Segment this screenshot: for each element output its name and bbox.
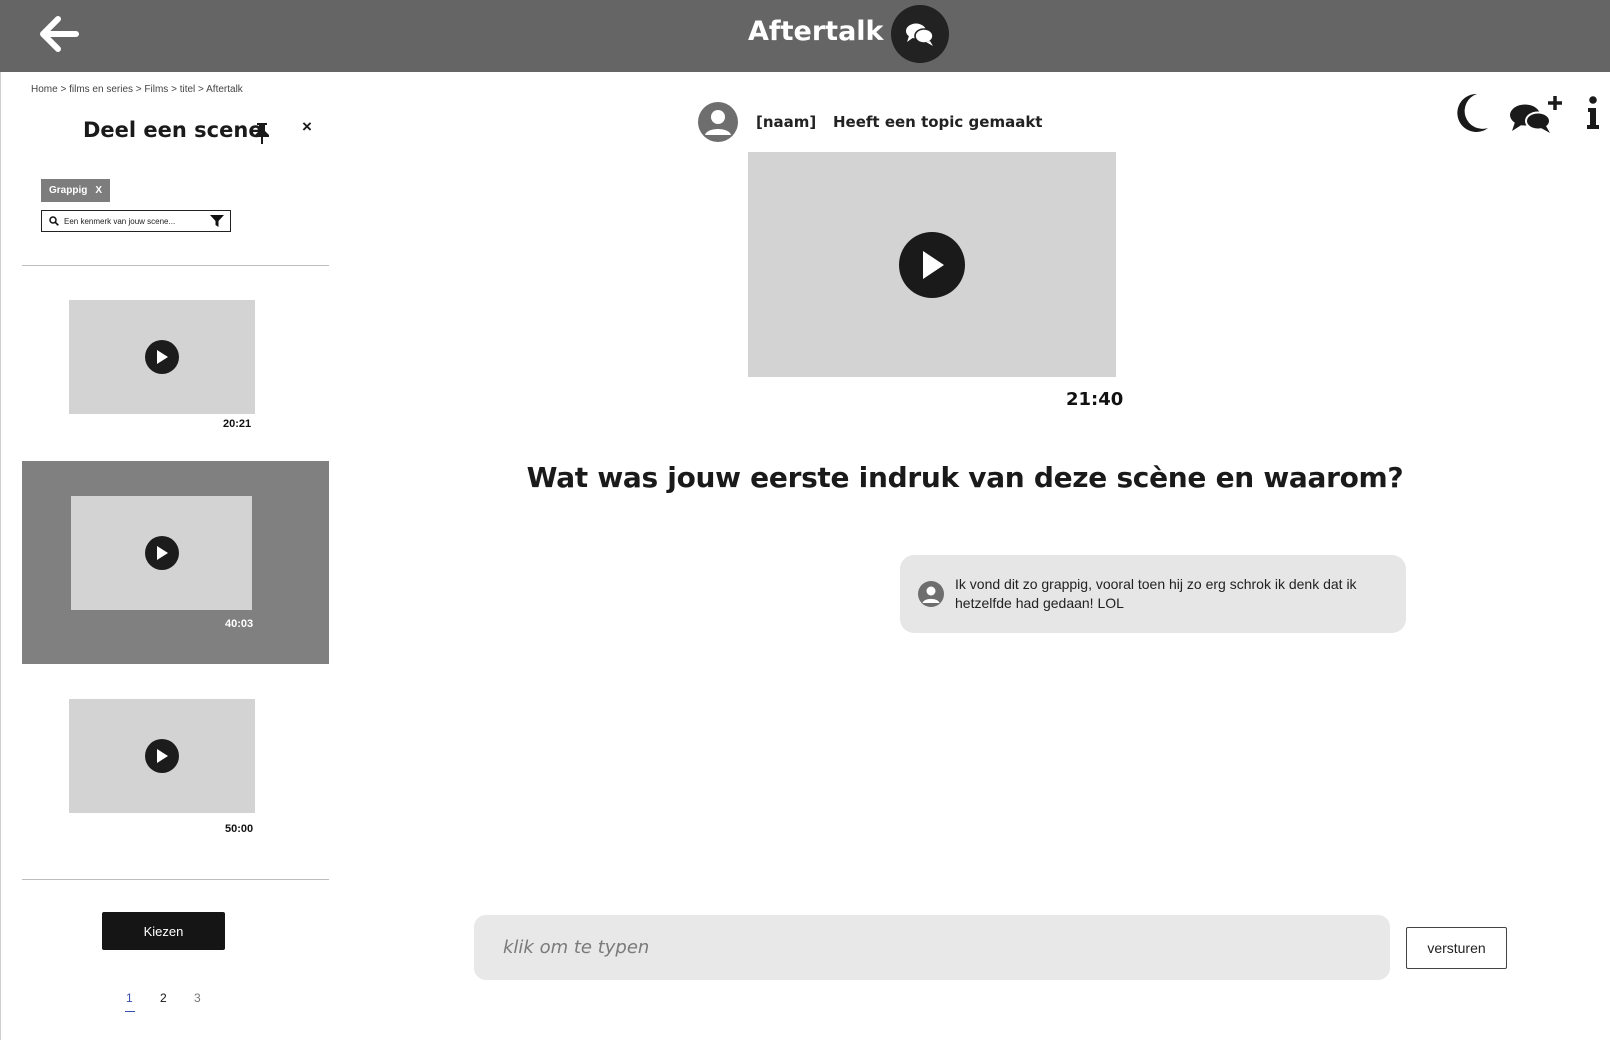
play-icon[interactable]: [145, 739, 179, 773]
scene-item[interactable]: 50:00: [22, 688, 329, 840]
scene-thumbnail: [71, 496, 252, 610]
page-3-link[interactable]: 3: [194, 991, 201, 1005]
breadcrumb-home[interactable]: Home: [31, 84, 58, 95]
chat-bubbles-icon[interactable]: [891, 5, 949, 63]
scene-duration: 40:03: [225, 618, 254, 630]
moon-icon[interactable]: [1453, 92, 1489, 139]
chat-message: Ik vond dit zo grappig, vooral toen hij …: [900, 555, 1406, 633]
avatar: [918, 581, 944, 607]
breadcrumb: Home > films en series > Films > titel >…: [31, 84, 243, 95]
scene-thumbnail: [69, 300, 255, 414]
pin-icon[interactable]: [252, 121, 272, 145]
filter-chip-label: Grappig: [49, 185, 88, 196]
panel-edge: [0, 72, 1, 1040]
arrow-left-icon: [40, 16, 79, 52]
send-button[interactable]: versturen: [1406, 927, 1507, 969]
topic-author[interactable]: [naam]: [756, 113, 816, 131]
divider: [22, 265, 329, 266]
breadcrumb-separator: >: [171, 84, 177, 95]
back-button[interactable]: [36, 14, 80, 54]
topic-question: Wat was jouw eerste indruk van deze scèn…: [526, 461, 1404, 494]
breadcrumb-films[interactable]: Films: [144, 84, 168, 95]
filter-chip-remove-button[interactable]: X: [95, 185, 102, 196]
message-input[interactable]: [474, 915, 1390, 980]
filter-chip: Grappig X: [41, 179, 111, 202]
filter-icon[interactable]: [208, 212, 226, 230]
page-1-link[interactable]: 1: [125, 991, 135, 1012]
play-icon[interactable]: [144, 536, 179, 570]
close-panel-button[interactable]: ×: [302, 118, 318, 135]
info-icon[interactable]: [1585, 96, 1601, 135]
play-icon[interactable]: [145, 340, 179, 374]
chat-message-text: Ik vond dit zo grappig, vooral toen hij …: [955, 576, 1357, 611]
scene-search-input[interactable]: [62, 212, 208, 230]
avatar: [698, 102, 738, 142]
scene-thumbnail: [69, 699, 255, 813]
choose-button[interactable]: Kiezen: [102, 912, 225, 950]
scene-duration: 20:21: [223, 418, 252, 430]
scene-item[interactable]: 20:21: [22, 289, 329, 439]
new-chat-icon[interactable]: [1508, 92, 1566, 141]
search-icon: [46, 213, 62, 229]
topic-video[interactable]: [748, 152, 1116, 377]
breadcrumb-separator: >: [60, 84, 67, 95]
breadcrumb-separator: >: [198, 84, 204, 95]
breadcrumb-separator: >: [135, 84, 142, 95]
scene-item-selected[interactable]: 40:03: [22, 461, 329, 664]
breadcrumb-aftertalk: Aftertalk: [206, 84, 243, 95]
breadcrumb-films-en-series[interactable]: films en series: [69, 84, 133, 95]
app-title: Aftertalk: [748, 16, 884, 47]
page-2-link[interactable]: 2: [160, 991, 167, 1005]
breadcrumb-titel[interactable]: titel: [180, 84, 196, 95]
scene-search: [41, 210, 231, 232]
header-bar: Aftertalk: [0, 0, 1610, 72]
video-timestamp: 21:40: [1066, 389, 1124, 410]
play-icon[interactable]: [899, 231, 965, 298]
scene-duration: 50:00: [225, 823, 254, 835]
panel-title: Deel een scene: [83, 118, 263, 142]
topic-action-text: Heeft een topic gemaakt: [833, 113, 1043, 131]
divider: [22, 879, 329, 880]
